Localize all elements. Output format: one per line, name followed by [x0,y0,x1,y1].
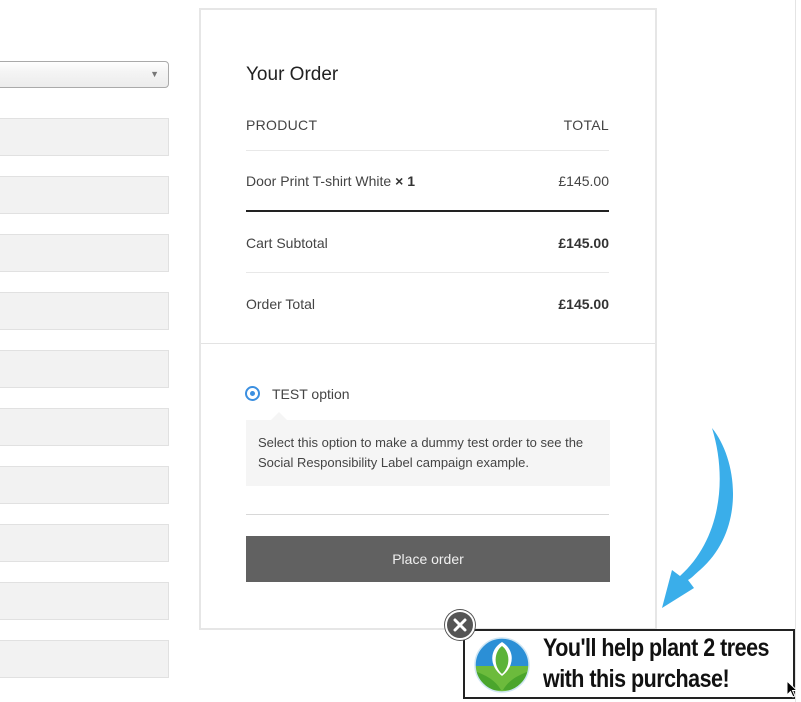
form-field[interactable] [0,292,169,330]
form-field[interactable] [0,408,169,446]
tree-planting-popup[interactable]: You'll help plant 2 trees with this purc… [463,629,795,699]
order-total-value: £145.00 [558,296,609,312]
description-pointer [271,412,287,420]
popup-line-2: with this purchase! [543,665,730,693]
form-field[interactable] [0,582,169,620]
form-field[interactable] [0,640,169,678]
popup-line-1: You'll help plant 2 trees [543,634,769,662]
form-field[interactable] [0,466,169,504]
order-review-panel: Your Order PRODUCT TOTAL Door Print T-sh… [199,8,657,630]
form-field[interactable] [0,524,169,562]
country-select[interactable]: ▼ [0,61,169,88]
popup-close-button[interactable] [445,610,475,640]
subtotal-label: Cart Subtotal [246,235,328,251]
popup-message: You'll help plant 2 trees with this purc… [543,633,769,695]
test-option-radio[interactable] [245,386,260,401]
item-price: £145.00 [558,173,609,189]
divider [246,514,609,515]
page-edge-divider [795,0,796,702]
divider [246,150,609,151]
test-option-label[interactable]: TEST option [272,386,350,402]
subtotal-value: £145.00 [558,235,609,251]
product-column-header: PRODUCT [246,117,318,133]
form-field[interactable] [0,350,169,388]
mouse-cursor-icon [786,680,798,698]
leaf-globe-icon [474,637,530,693]
order-total-row: Order Total £145.00 [246,296,609,312]
chevron-down-icon: ▼ [150,69,159,79]
payment-description: Select this option to make a dummy test … [246,420,610,486]
item-quantity: × 1 [395,173,415,189]
order-total-label: Order Total [246,296,315,312]
form-field[interactable] [0,118,169,156]
close-icon [453,618,467,632]
curved-arrow-icon [662,428,734,608]
item-name: Door Print T-shirt White [246,173,392,189]
order-item-row: Door Print T-shirt White × 1 £145.00 [246,173,609,189]
total-column-header: TOTAL [563,117,609,133]
divider [246,272,609,273]
divider [246,210,609,212]
order-table-header: PRODUCT TOTAL [246,117,609,133]
section-divider [201,343,655,344]
form-field[interactable] [0,234,169,272]
place-order-button[interactable]: Place order [246,536,610,582]
order-title: Your Order [246,64,339,85]
subtotal-row: Cart Subtotal £145.00 [246,235,609,251]
form-field[interactable] [0,176,169,214]
